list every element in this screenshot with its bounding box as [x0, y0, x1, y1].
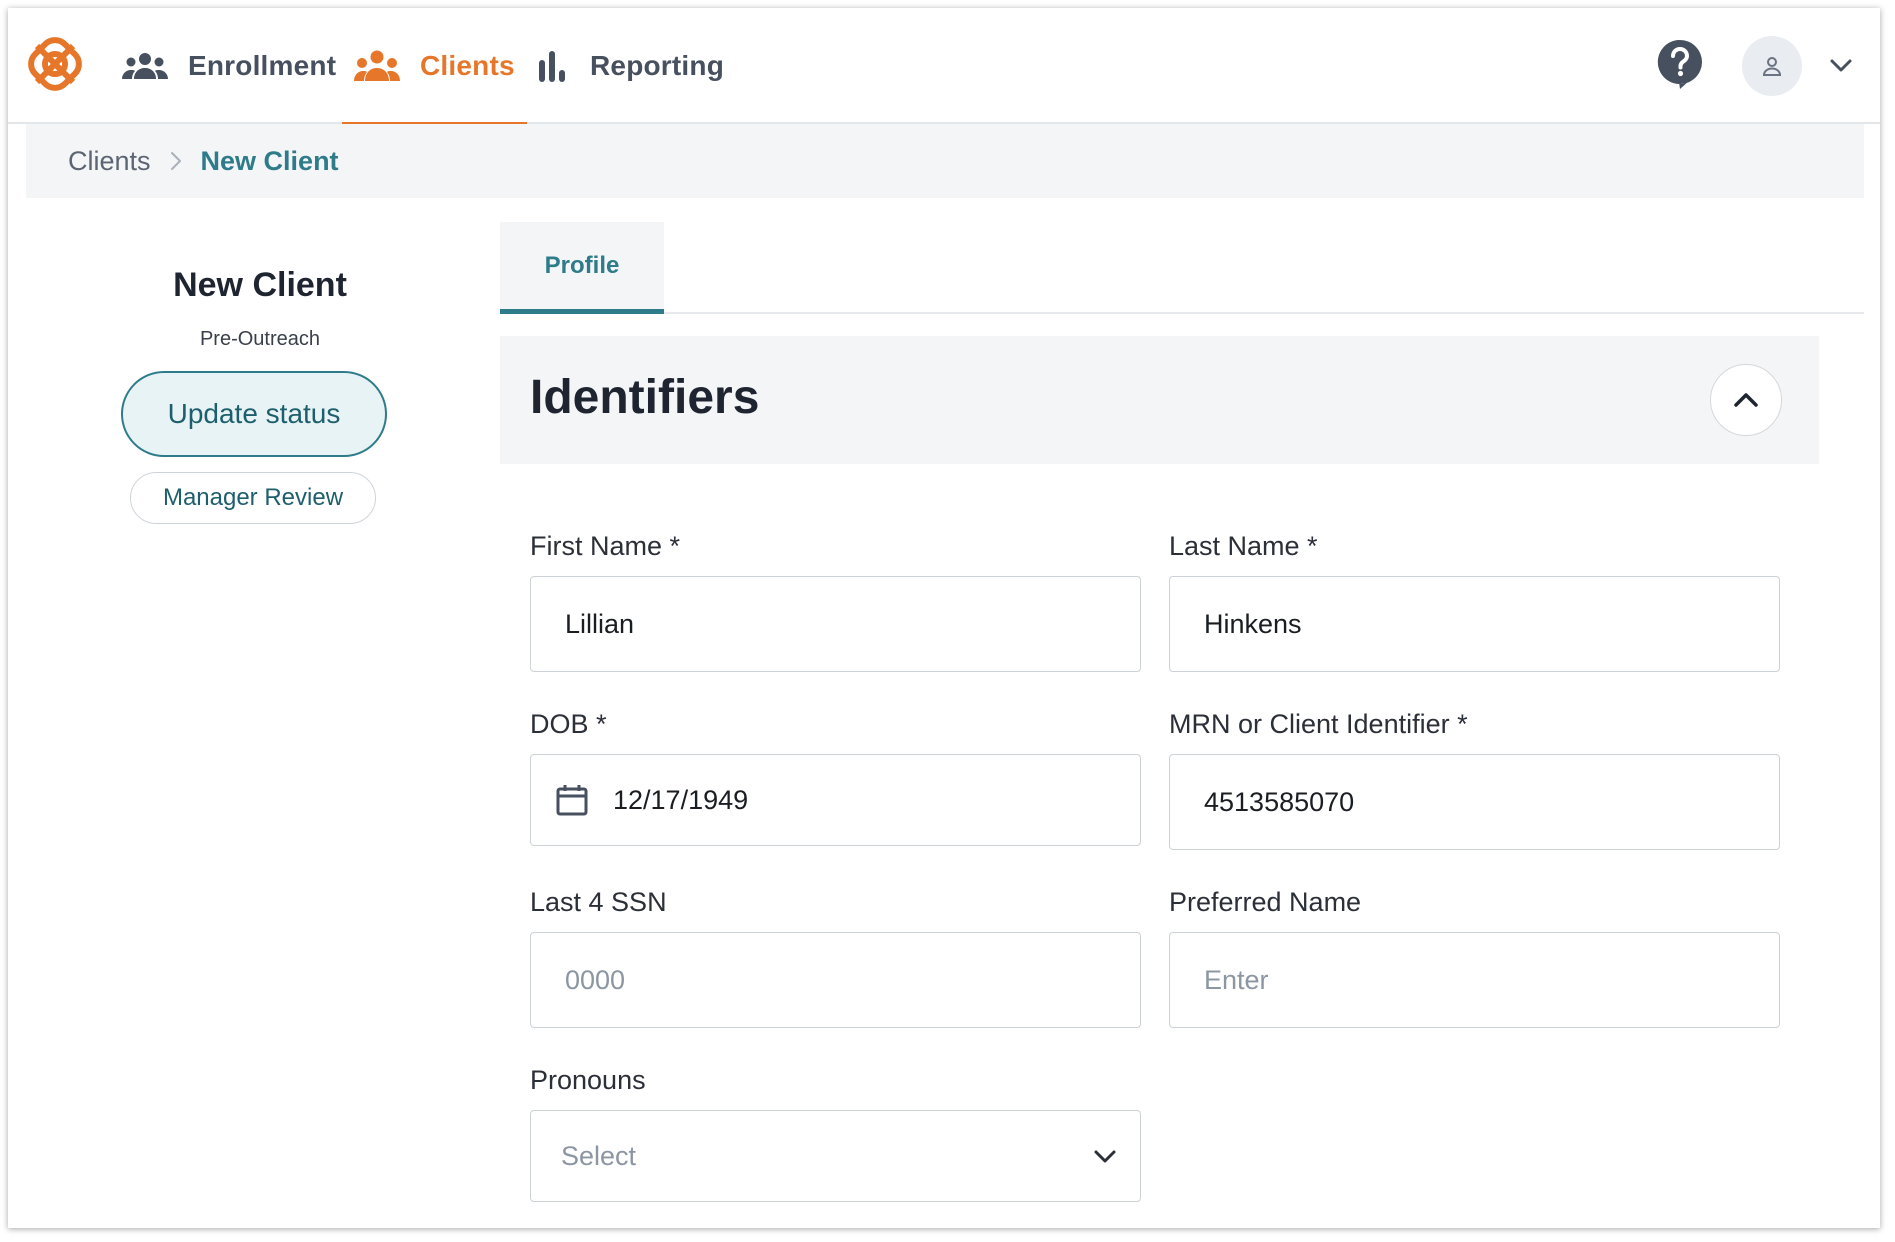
- bar-chart-icon: [536, 49, 570, 83]
- pronouns-select[interactable]: Select: [530, 1110, 1141, 1202]
- manager-review-button[interactable]: Manager Review: [130, 472, 376, 524]
- preferred-name-input[interactable]: Enter: [1169, 932, 1780, 1028]
- mrn-field-group: MRN or Client Identifier * 4513585070: [1169, 706, 1780, 850]
- ssn-label: Last 4 SSN: [530, 887, 667, 917]
- breadcrumb-clients-link[interactable]: Clients: [68, 146, 151, 177]
- top-nav: Enrollment Clients Reporting: [8, 8, 1880, 126]
- logo-icon[interactable]: [25, 34, 85, 94]
- dob-field-group: DOB * 12/17/1949: [530, 706, 1141, 846]
- last-name-label: Last Name *: [1169, 531, 1318, 561]
- tab-bar: Profile: [500, 222, 1864, 314]
- last-name-value: Hinkens: [1204, 608, 1302, 639]
- preferred-name-placeholder: Enter: [1204, 964, 1269, 995]
- nav-reporting[interactable]: Reporting: [536, 8, 724, 124]
- dob-label: DOB *: [530, 709, 607, 739]
- dob-input[interactable]: 12/17/1949: [530, 754, 1141, 846]
- ssn-input[interactable]: 0000: [530, 932, 1141, 1028]
- calendar-icon[interactable]: [555, 783, 589, 817]
- ssn-placeholder: 0000: [565, 964, 626, 995]
- collapse-section-button[interactable]: [1710, 364, 1782, 436]
- chevron-right-icon: [170, 152, 181, 170]
- help-icon[interactable]: [1656, 38, 1704, 90]
- last-name-input[interactable]: Hinkens: [1169, 576, 1780, 672]
- dob-value: 12/17/1949: [613, 784, 749, 815]
- chevron-down-icon[interactable]: [1828, 52, 1854, 78]
- first-name-input[interactable]: Lillian: [530, 576, 1141, 672]
- first-name-label: First Name *: [530, 531, 681, 561]
- mrn-value: 4513585070: [1204, 786, 1355, 817]
- nav-clients-label: Clients: [420, 50, 515, 81]
- user-icon: [1762, 57, 1782, 76]
- chevron-down-icon: [1094, 1150, 1116, 1163]
- mrn-input[interactable]: 4513585070: [1169, 754, 1780, 850]
- first-name-field-group: First Name * Lillian: [530, 528, 1141, 672]
- mrn-label: MRN or Client Identifier *: [1169, 709, 1468, 739]
- nav-enrollment-label: Enrollment: [188, 50, 337, 81]
- nav-clients[interactable]: Clients: [342, 8, 527, 126]
- ssn-field-group: Last 4 SSN 0000: [530, 884, 1141, 1028]
- section-title: Identifiers: [530, 371, 760, 424]
- last-name-field-group: Last Name * Hinkens: [1169, 528, 1780, 672]
- app-window: Enrollment Clients Reporting Clients New…: [8, 8, 1880, 1228]
- clients-group-icon: [354, 49, 400, 83]
- nav-reporting-label: Reporting: [590, 50, 725, 81]
- client-status: Pre-Outreach: [199, 328, 321, 350]
- people-group-icon: [122, 49, 168, 83]
- identifiers-section-header: Identifiers: [500, 336, 1819, 464]
- preferred-name-field-group: Preferred Name Enter: [1169, 884, 1780, 1028]
- client-name: New Client: [173, 266, 347, 304]
- tab-profile[interactable]: Profile: [500, 222, 664, 314]
- first-name-value: Lillian: [565, 608, 635, 639]
- update-status-button[interactable]: Update status: [121, 371, 387, 457]
- chevron-up-icon: [1734, 393, 1758, 407]
- avatar[interactable]: [1742, 36, 1802, 96]
- pronouns-field-group: Pronouns Select: [530, 1062, 1141, 1202]
- breadcrumb-current: New Client: [200, 145, 339, 176]
- preferred-name-label: Preferred Name: [1169, 887, 1362, 917]
- pronouns-label: Pronouns: [530, 1065, 646, 1095]
- breadcrumb: Clients New Client: [26, 124, 1864, 198]
- pronouns-placeholder: Select: [561, 1140, 637, 1171]
- nav-enrollment[interactable]: Enrollment: [122, 8, 336, 124]
